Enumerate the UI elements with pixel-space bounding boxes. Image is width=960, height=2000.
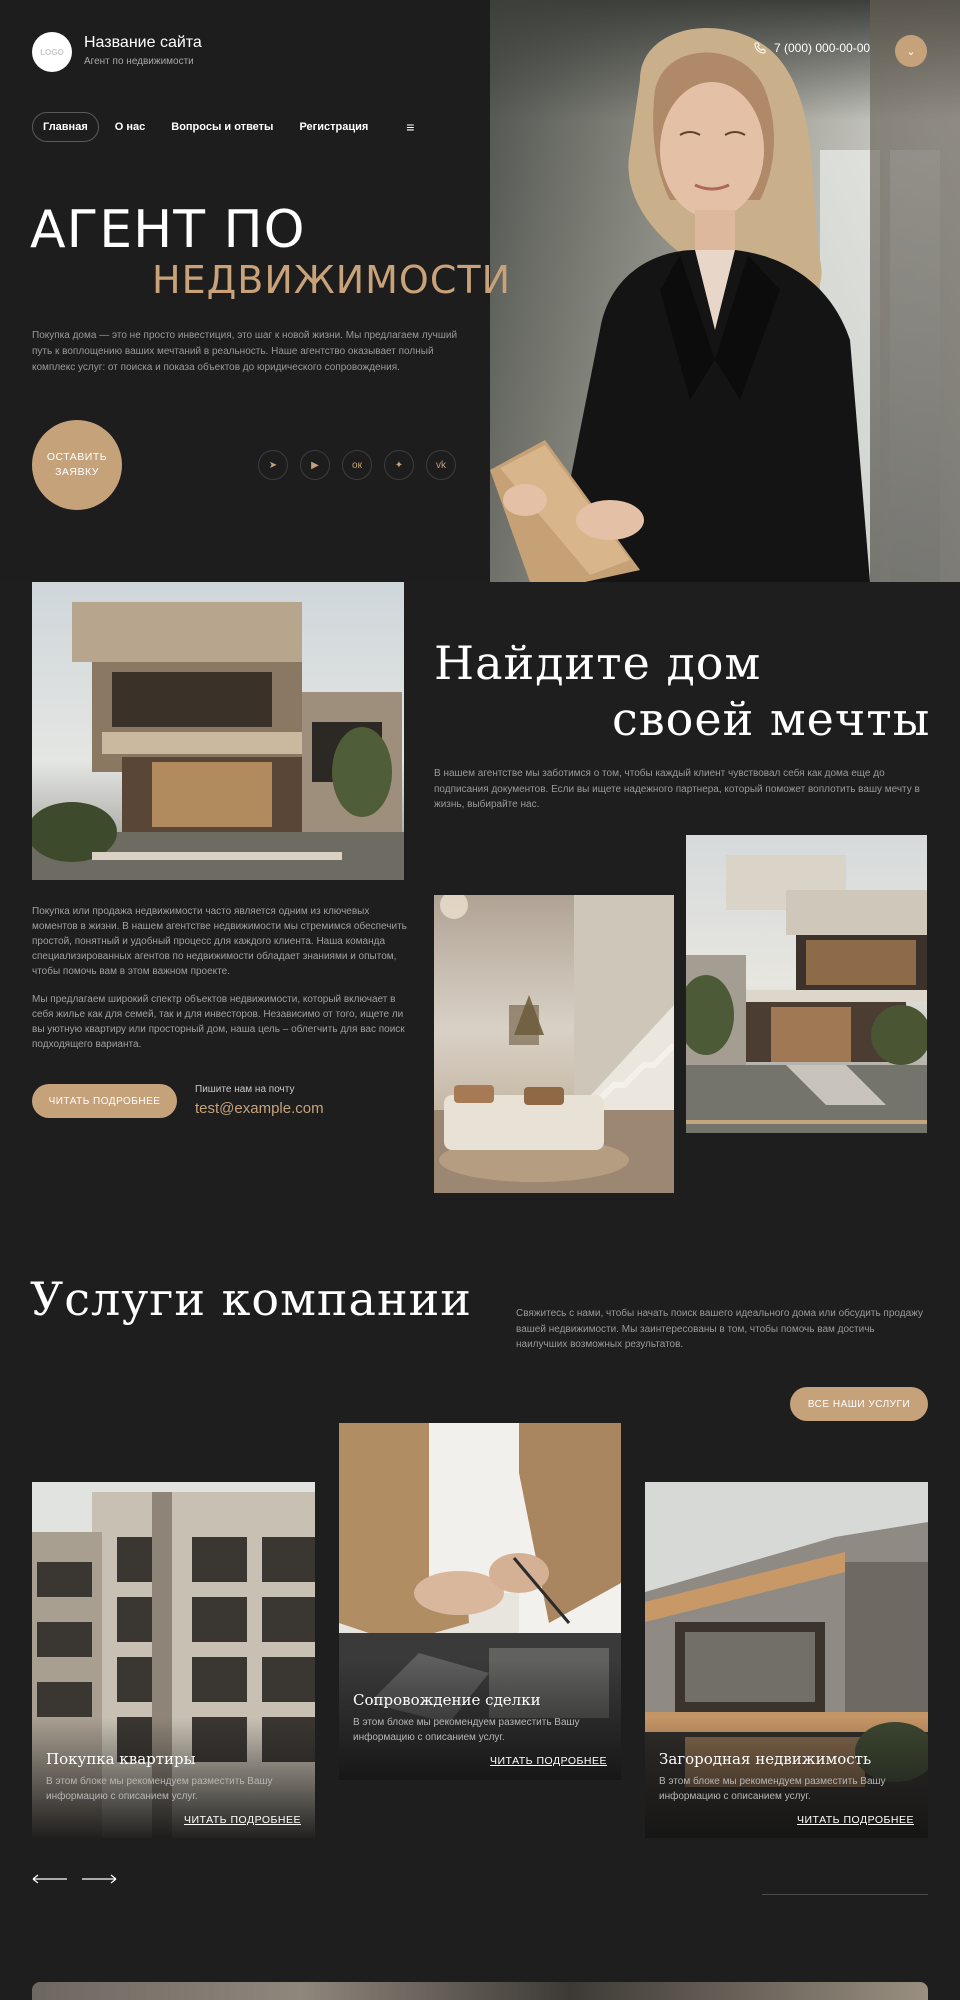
all-services-label: ВСЕ НАШИ УСЛУГИ — [807, 1398, 911, 1410]
arrow-left-icon[interactable] — [32, 1874, 68, 1884]
service-card-deal[interactable]: Сопровождение сделки В этом блоке мы рек… — [339, 1423, 621, 1780]
chevron-down-icon[interactable]: ⌄ — [895, 35, 927, 67]
service-card-apartment[interactable]: Покупка квартиры В этом блоке мы рекомен… — [32, 1482, 315, 1838]
nav-item-faq[interactable]: Вопросы и ответы — [161, 113, 283, 141]
next-section-photo — [32, 1982, 928, 2000]
phone-number: 7 (000) 000-00-00 — [774, 41, 871, 55]
youtube-icon[interactable]: ▶ — [300, 450, 330, 480]
social-links: ➤ ▶ ок ✦ vk — [258, 450, 456, 480]
modern-house-photo — [32, 582, 404, 880]
hero-title-line1: АГЕНТ ПО — [30, 200, 306, 260]
about-title-line1: Найдите дом — [434, 636, 762, 690]
service-card-title: Сопровождение сделки — [353, 1691, 541, 1709]
nav-item-register[interactable]: Регистрация — [289, 113, 378, 141]
odnoklassniki-icon[interactable]: ок — [342, 450, 372, 480]
nav-item-about[interactable]: О нас — [105, 113, 156, 141]
arrow-right-icon[interactable] — [81, 1874, 117, 1884]
leave-request-label: ОСТАВИТЬ ЗАЯВКУ — [46, 451, 108, 478]
all-services-button[interactable]: ВСЕ НАШИ УСЛУГИ — [790, 1387, 928, 1421]
about-paragraph-1: Покупка или продажа недвижимости часто я… — [32, 906, 407, 977]
about-lead: В нашем агентстве мы заботимся о том, чт… — [434, 768, 920, 810]
service-card-desc: В этом блоке мы рекомендуем разместить В… — [353, 1717, 580, 1743]
phone-link[interactable]: 7 (000) 000-00-00 — [754, 41, 870, 55]
twitter-icon[interactable]: ✦ — [384, 450, 414, 480]
service-card-title: Покупка квартиры — [46, 1750, 196, 1768]
villa-photo — [686, 835, 927, 1133]
service-card-title: Загородная недвижимость — [659, 1750, 872, 1768]
service-card-desc: В этом блоке мы рекомендуем разместить В… — [659, 1776, 886, 1802]
email-link[interactable]: test@example.com — [195, 1100, 324, 1117]
service-card-desc: В этом блоке мы рекомендуем разместить В… — [46, 1776, 273, 1802]
interior-photo — [434, 895, 674, 1193]
vk-icon[interactable]: vk — [426, 450, 456, 480]
menu-icon[interactable]: ≡ — [406, 119, 414, 135]
service-card-link[interactable]: ЧИТАТЬ ПОДРОБНЕЕ — [490, 1755, 607, 1767]
service-card-country[interactable]: Загородная недвижимость В этом блоке мы … — [645, 1482, 928, 1838]
services-lead: Свяжитесь с нами, чтобы начать поиск ваш… — [516, 1308, 923, 1350]
service-card-link[interactable]: ЧИТАТЬ ПОДРОБНЕЕ — [797, 1814, 914, 1826]
mail-label: Пишите нам на почту — [195, 1084, 295, 1095]
nav-item-home[interactable]: Главная — [32, 112, 99, 142]
hero-description: Покупка дома — это не просто инвестиция,… — [32, 330, 458, 373]
read-more-button[interactable]: ЧИТАТЬ ПОДРОБНЕЕ — [32, 1084, 177, 1118]
hero-section: LOGO Название сайта Агент по недвижимост… — [0, 0, 960, 582]
divider — [762, 1894, 928, 1895]
main-nav: Главная О нас Вопросы и ответы Регистрац… — [32, 112, 414, 142]
about-paragraph-2: Мы предлагаем широкий спектр объектов не… — [32, 994, 405, 1050]
about-title-line2: своей мечты — [612, 692, 931, 746]
read-more-label: ЧИТАТЬ ПОДРОБНЕЕ — [48, 1095, 161, 1107]
site-tagline: Агент по недвижимости — [84, 56, 194, 67]
phone-icon — [754, 42, 766, 54]
site-name: Название сайта — [84, 34, 202, 51]
hero-title-line2: НЕДВИЖИМОСТИ — [152, 258, 511, 302]
services-title: Услуги компании — [30, 1272, 472, 1326]
hero-agent-photo — [490, 0, 960, 582]
logo[interactable]: LOGO — [32, 32, 72, 72]
leave-request-button[interactable]: ОСТАВИТЬ ЗАЯВКУ — [32, 420, 122, 510]
telegram-icon[interactable]: ➤ — [258, 450, 288, 480]
service-card-link[interactable]: ЧИТАТЬ ПОДРОБНЕЕ — [184, 1814, 301, 1826]
